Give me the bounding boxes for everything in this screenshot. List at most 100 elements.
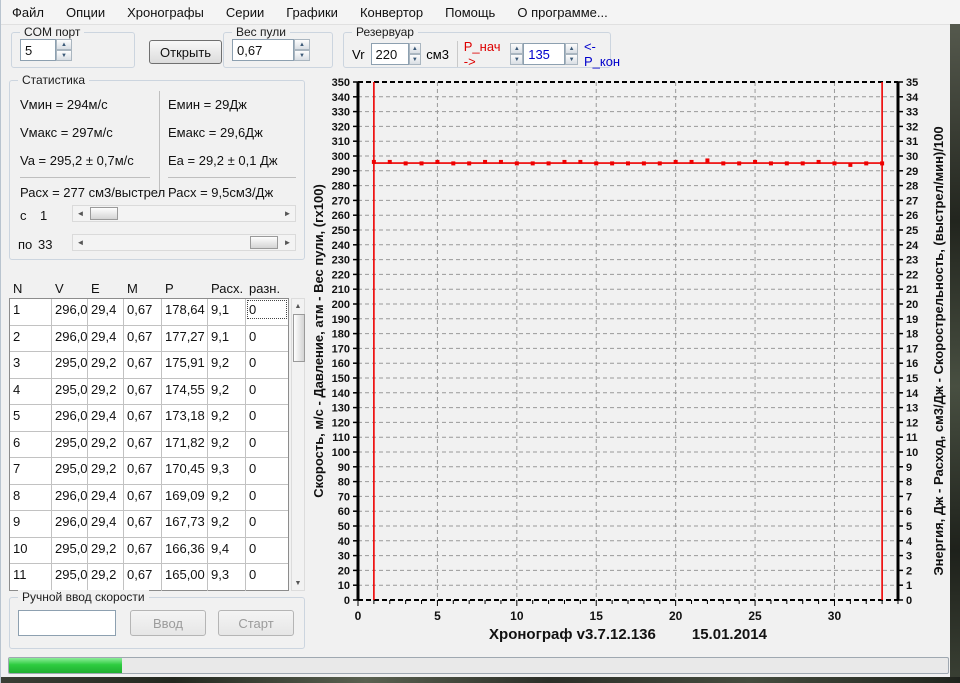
menu-item-about[interactable]: О программе... [506, 2, 618, 23]
table-cell[interactable]: 9 [10, 511, 52, 537]
table-cell[interactable]: 29,4 [88, 299, 124, 325]
table-cell[interactable]: 295,0 [52, 352, 88, 378]
table-cell[interactable]: 1 [10, 299, 52, 325]
table-cell[interactable]: 165,00 [162, 564, 208, 591]
table-cell[interactable]: 167,73 [162, 511, 208, 537]
spin-down-icon[interactable]: ▼ [510, 54, 523, 65]
table-cell[interactable]: 0,67 [124, 511, 162, 537]
spin-up-icon[interactable]: ▲ [510, 43, 523, 54]
table-cell[interactable]: 29,4 [88, 326, 124, 352]
table-cell[interactable]: 295,0 [52, 564, 88, 591]
table-cell[interactable]: 0 [246, 299, 288, 325]
start-button[interactable]: Старт [218, 610, 294, 636]
table-cell[interactable]: 0,67 [124, 458, 162, 484]
table-cell[interactable]: 2 [10, 326, 52, 352]
table-cell[interactable]: 29,2 [88, 538, 124, 564]
table-cell[interactable]: 296,0 [52, 326, 88, 352]
table-cell[interactable]: 4 [10, 379, 52, 405]
table-cell[interactable]: 0 [246, 485, 288, 511]
slider-left-icon[interactable]: ◄ [73, 235, 88, 250]
table-cell[interactable]: 29,2 [88, 379, 124, 405]
table-cell[interactable]: 0,67 [124, 379, 162, 405]
table-cell[interactable]: 7 [10, 458, 52, 484]
table-cell[interactable]: 9,2 [208, 432, 246, 458]
table-cell[interactable]: 29,4 [88, 485, 124, 511]
table-cell[interactable]: 9,1 [208, 299, 246, 325]
table-cell[interactable]: 9,3 [208, 564, 246, 591]
open-port-button[interactable]: Открыть [149, 40, 222, 64]
range-to-slider[interactable]: ◄ ► [72, 234, 296, 251]
spin-up-icon[interactable]: ▲ [56, 39, 72, 50]
menu-item-converter[interactable]: Конвертор [349, 2, 434, 23]
table-cell[interactable]: 9,4 [208, 538, 246, 564]
slider-thumb[interactable] [90, 207, 118, 220]
table-cell[interactable]: 295,0 [52, 538, 88, 564]
table-cell[interactable]: 169,09 [162, 485, 208, 511]
table-cell[interactable]: 174,55 [162, 379, 208, 405]
slider-right-icon[interactable]: ► [280, 235, 295, 250]
bullet-weight-input[interactable] [232, 39, 294, 61]
com-port-spinner[interactable]: ▲▼ [56, 39, 72, 61]
table-cell[interactable]: 0,67 [124, 326, 162, 352]
table-cell[interactable]: 9,3 [208, 458, 246, 484]
table-cell[interactable]: 29,2 [88, 352, 124, 378]
table-cell[interactable]: 0 [246, 432, 288, 458]
table-cell[interactable]: 3 [10, 352, 52, 378]
spin-up-icon[interactable]: ▲ [565, 43, 578, 54]
menu-item-options[interactable]: Опции [55, 2, 116, 23]
p-end-spinner[interactable]: ▲▼ [565, 43, 578, 65]
scroll-thumb[interactable] [293, 314, 305, 362]
table-cell[interactable]: 29,4 [88, 405, 124, 431]
menu-item-chronographs[interactable]: Хронографы [116, 2, 215, 23]
table-cell[interactable]: 10 [10, 538, 52, 564]
table-cell[interactable]: 296,0 [52, 405, 88, 431]
slider-thumb[interactable] [250, 236, 278, 249]
table-cell[interactable]: 11 [10, 564, 52, 591]
spin-down-icon[interactable]: ▼ [56, 50, 72, 61]
scroll-down-icon[interactable]: ▼ [292, 576, 304, 590]
spin-down-icon[interactable]: ▼ [294, 50, 310, 61]
table-cell[interactable]: 170,45 [162, 458, 208, 484]
table-cell[interactable]: 296,0 [52, 511, 88, 537]
table-cell[interactable]: 9,2 [208, 352, 246, 378]
table-cell[interactable]: 9,2 [208, 405, 246, 431]
table-cell[interactable]: 0 [246, 326, 288, 352]
spin-up-icon[interactable]: ▲ [294, 39, 310, 50]
table-cell[interactable]: 0,67 [124, 485, 162, 511]
table-cell[interactable]: 9,2 [208, 379, 246, 405]
table-cell[interactable]: 166,36 [162, 538, 208, 564]
table-cell[interactable]: 0 [246, 538, 288, 564]
reservoir-volume-spinner[interactable]: ▲▼ [409, 43, 422, 65]
spin-down-icon[interactable]: ▼ [565, 54, 578, 65]
p-value-input[interactable] [523, 43, 565, 65]
table-cell[interactable]: 295,0 [52, 458, 88, 484]
slider-left-icon[interactable]: ◄ [73, 206, 88, 221]
table-cell[interactable]: 29,2 [88, 564, 124, 591]
table-cell[interactable]: 29,2 [88, 458, 124, 484]
table-cell[interactable]: 5 [10, 405, 52, 431]
table-cell[interactable]: 173,18 [162, 405, 208, 431]
menu-item-file[interactable]: Файл [1, 2, 55, 23]
menu-item-series[interactable]: Серии [215, 2, 275, 23]
table-cell[interactable]: 295,0 [52, 379, 88, 405]
table-cell[interactable]: 178,64 [162, 299, 208, 325]
menu-item-charts[interactable]: Графики [275, 2, 349, 23]
table-cell[interactable]: 29,4 [88, 511, 124, 537]
table-cell[interactable]: 177,27 [162, 326, 208, 352]
spin-up-icon[interactable]: ▲ [409, 43, 422, 54]
table-cell[interactable]: 0,67 [124, 299, 162, 325]
table-cell[interactable]: 0 [246, 352, 288, 378]
table-cell[interactable]: 296,0 [52, 485, 88, 511]
table-cell[interactable]: 9,1 [208, 326, 246, 352]
table-cell[interactable]: 0,67 [124, 432, 162, 458]
table-cell[interactable]: 0,67 [124, 405, 162, 431]
p-start-spinner[interactable]: ▲▼ [510, 43, 523, 65]
table-cell[interactable]: 0,67 [124, 564, 162, 591]
range-from-slider[interactable]: ◄ ► [72, 205, 296, 222]
com-port-input[interactable] [20, 39, 56, 61]
table-cell[interactable]: 0 [246, 511, 288, 537]
table-cell[interactable]: 8 [10, 485, 52, 511]
bullet-weight-spinner[interactable]: ▲▼ [294, 39, 310, 61]
table-cell[interactable]: 0 [246, 405, 288, 431]
slider-right-icon[interactable]: ► [280, 206, 295, 221]
